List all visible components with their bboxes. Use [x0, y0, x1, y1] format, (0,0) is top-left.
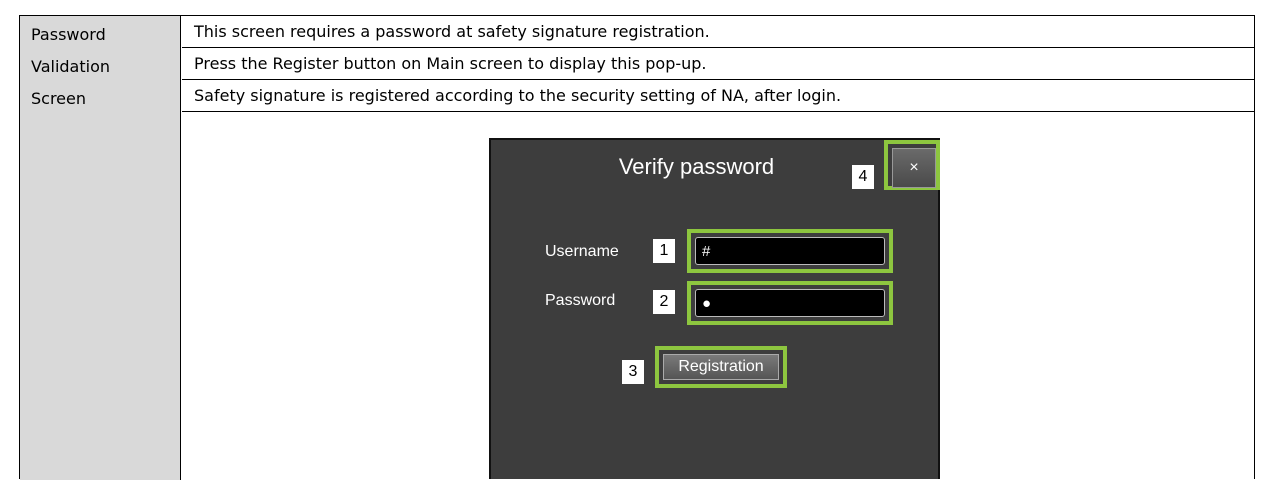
screen-name-line-2: Validation: [31, 57, 111, 76]
username-input[interactable]: #: [695, 237, 885, 265]
description-row-1: This screen requires a password at safet…: [182, 16, 1254, 48]
callout-3: 3: [622, 360, 644, 384]
description-text: Safety signature is registered according…: [194, 86, 842, 105]
description-text: Press the Register button on Main screen…: [194, 54, 707, 73]
username-label: Username: [545, 243, 619, 260]
description-text: This screen requires a password at safet…: [194, 22, 710, 41]
callout-4: 4: [852, 165, 874, 189]
dialog-title: Verify password: [618, 154, 775, 179]
screen-name-cell: Password Validation Screen: [20, 16, 181, 480]
password-label: Password: [545, 292, 616, 309]
description-row-2: Press the Register button on Main screen…: [182, 48, 1254, 80]
screen-name-line-1: Password: [31, 25, 106, 44]
close-button-highlight: ×: [884, 140, 940, 190]
registration-button[interactable]: Registration: [663, 354, 779, 380]
verify-password-dialog: Verify password 4 × Username 1 # Passwor…: [489, 138, 940, 479]
password-input[interactable]: ●: [695, 289, 885, 317]
username-field-highlight: #: [687, 229, 893, 273]
close-button[interactable]: ×: [892, 148, 936, 188]
screen-name-line-3: Screen: [31, 89, 87, 108]
callout-1: 1: [653, 239, 675, 263]
callout-2: 2: [653, 290, 675, 314]
password-field-highlight: ●: [687, 281, 893, 325]
registration-button-highlight: Registration: [655, 346, 787, 388]
close-icon: ×: [909, 159, 919, 176]
description-row-3: Safety signature is registered according…: [182, 80, 1254, 112]
